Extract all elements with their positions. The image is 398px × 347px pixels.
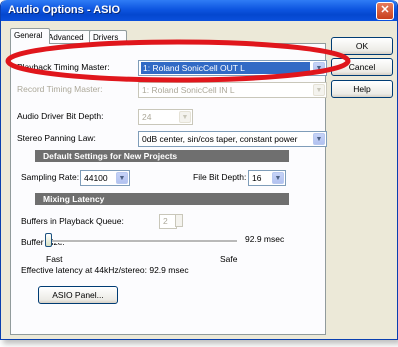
panning-law-value: 0dB center, sin/cos taper, constant powe… [142, 134, 298, 144]
chevron-down-icon: ▼ [313, 84, 325, 96]
chevron-down-icon: ▼ [179, 111, 191, 123]
panning-law-label: Stereo Panning Law: [17, 133, 96, 143]
record-timing-value: 1: Roland SonicCell IN L [142, 85, 235, 95]
default-settings-header: Default Settings for New Projects [35, 150, 289, 162]
asio-panel-button[interactable]: ASIO Panel... [38, 286, 118, 304]
help-button[interactable]: Help [331, 80, 393, 98]
panning-law-select[interactable]: 0dB center, sin/cos taper, constant powe… [138, 131, 327, 147]
close-icon[interactable]: ✕ [376, 2, 394, 20]
tab-advanced[interactable]: Advanced [44, 30, 93, 44]
record-timing-label: Record Timing Master: [17, 84, 103, 94]
playback-timing-select[interactable]: 1: Roland SonicCell OUT L ▼ [138, 60, 327, 76]
mixing-latency-header: Mixing Latency [35, 193, 289, 205]
bit-depth-value: 24 [142, 112, 152, 122]
buffers-queue-value: 2 [163, 216, 168, 226]
bit-depth-label: Audio Driver Bit Depth: [17, 111, 104, 121]
tab-drivers[interactable]: Drivers [89, 30, 127, 44]
chevron-down-icon[interactable]: ▼ [116, 172, 128, 184]
file-bit-depth-select[interactable]: 16 ▼ [248, 170, 286, 186]
record-timing-select: 1: Roland SonicCell IN L ▼ [138, 82, 327, 98]
fast-label: Fast [46, 254, 63, 264]
sampling-rate-value: 44100 [84, 173, 108, 183]
effective-latency-text: Effective latency at 44kHz/stereo: 92.9 … [21, 265, 189, 275]
spin-arrows-icon [175, 214, 183, 227]
audio-options-window: Audio Options - ASIO ✕ General Advanced … [0, 0, 398, 340]
title-bar[interactable]: Audio Options - ASIO ✕ [1, 0, 397, 21]
bit-depth-select: 24 ▼ [138, 109, 193, 125]
file-bit-depth-label: File Bit Depth: [193, 172, 247, 182]
sampling-rate-select[interactable]: 44100 ▼ [80, 170, 130, 186]
tab-general[interactable]: General [10, 28, 50, 44]
buffer-size-slider-thumb[interactable] [45, 233, 52, 247]
sampling-rate-label: Sampling Rate: [21, 172, 80, 182]
buffers-queue-label: Buffers in Playback Queue: [21, 216, 124, 226]
buffer-size-value: 92.9 msec [245, 234, 285, 244]
file-bit-depth-value: 16 [252, 173, 262, 183]
playback-timing-value: 1: Roland SonicCell OUT L [141, 62, 310, 74]
safe-label: Safe [220, 254, 238, 264]
cancel-button[interactable]: Cancel [331, 58, 393, 76]
chevron-down-icon[interactable]: ▼ [313, 133, 325, 145]
chevron-down-icon[interactable]: ▼ [272, 172, 284, 184]
buffer-size-track[interactable] [51, 240, 237, 243]
playback-timing-label: Playback Timing Master: [17, 62, 110, 72]
chevron-down-icon[interactable]: ▼ [313, 62, 325, 74]
ok-button[interactable]: OK [331, 37, 393, 55]
window-title: Audio Options - ASIO [8, 4, 121, 16]
